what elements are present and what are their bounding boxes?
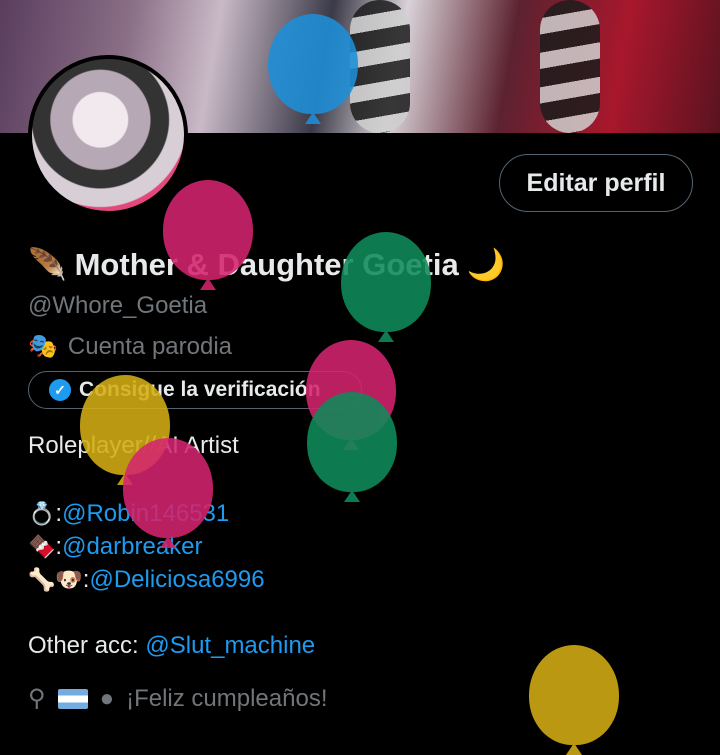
balloon-decoration bbox=[307, 392, 397, 492]
balloon-decoration bbox=[163, 180, 253, 280]
edit-profile-button[interactable]: Editar perfil bbox=[499, 154, 693, 212]
balloon-decoration bbox=[529, 645, 619, 745]
mention-link[interactable]: @darbreaker bbox=[62, 533, 202, 561]
balloon-decoration bbox=[341, 232, 431, 332]
parody-text: Cuenta parodia bbox=[67, 332, 233, 360]
parody-label: 🎭 Cuenta parodia bbox=[28, 332, 232, 361]
display-name: 🪶 Mother & Daughter Goetia 🌙 bbox=[28, 246, 505, 283]
ring-icon: 💍 bbox=[28, 501, 56, 526]
crescent-moon-icon: 🌙 bbox=[466, 247, 506, 282]
avatar[interactable] bbox=[28, 55, 188, 215]
balloon-decoration bbox=[123, 438, 213, 538]
username: @Whore_Goetia bbox=[28, 292, 208, 319]
balloon-decoration bbox=[268, 14, 358, 114]
argentina-flag-icon bbox=[57, 688, 88, 709]
mask-icon: 🎭 bbox=[28, 333, 58, 360]
verified-badge-icon: ✓ bbox=[49, 379, 71, 401]
other-account-line: Other acc: @Slut_machine bbox=[28, 632, 316, 659]
balloon-pin-icon: ● bbox=[99, 684, 115, 712]
mention-link[interactable]: @Deliciosa6996 bbox=[89, 566, 264, 594]
mention-link[interactable]: @Slut_machine bbox=[145, 632, 315, 659]
bio-relation-row: 🦴🐶 : @Deliciosa6996 bbox=[28, 566, 265, 594]
chocolate-icon: 🍫 bbox=[28, 534, 56, 559]
feather-icon: 🪶 bbox=[28, 247, 67, 282]
birthday-text: ¡Feliz cumpleaños! bbox=[126, 684, 328, 712]
location-pin-icon: ⚲ bbox=[28, 685, 46, 712]
bone-dog-icon: 🦴🐶 bbox=[28, 567, 83, 592]
profile-meta: ⚲ ● ¡Feliz cumpleaños! bbox=[28, 684, 328, 713]
